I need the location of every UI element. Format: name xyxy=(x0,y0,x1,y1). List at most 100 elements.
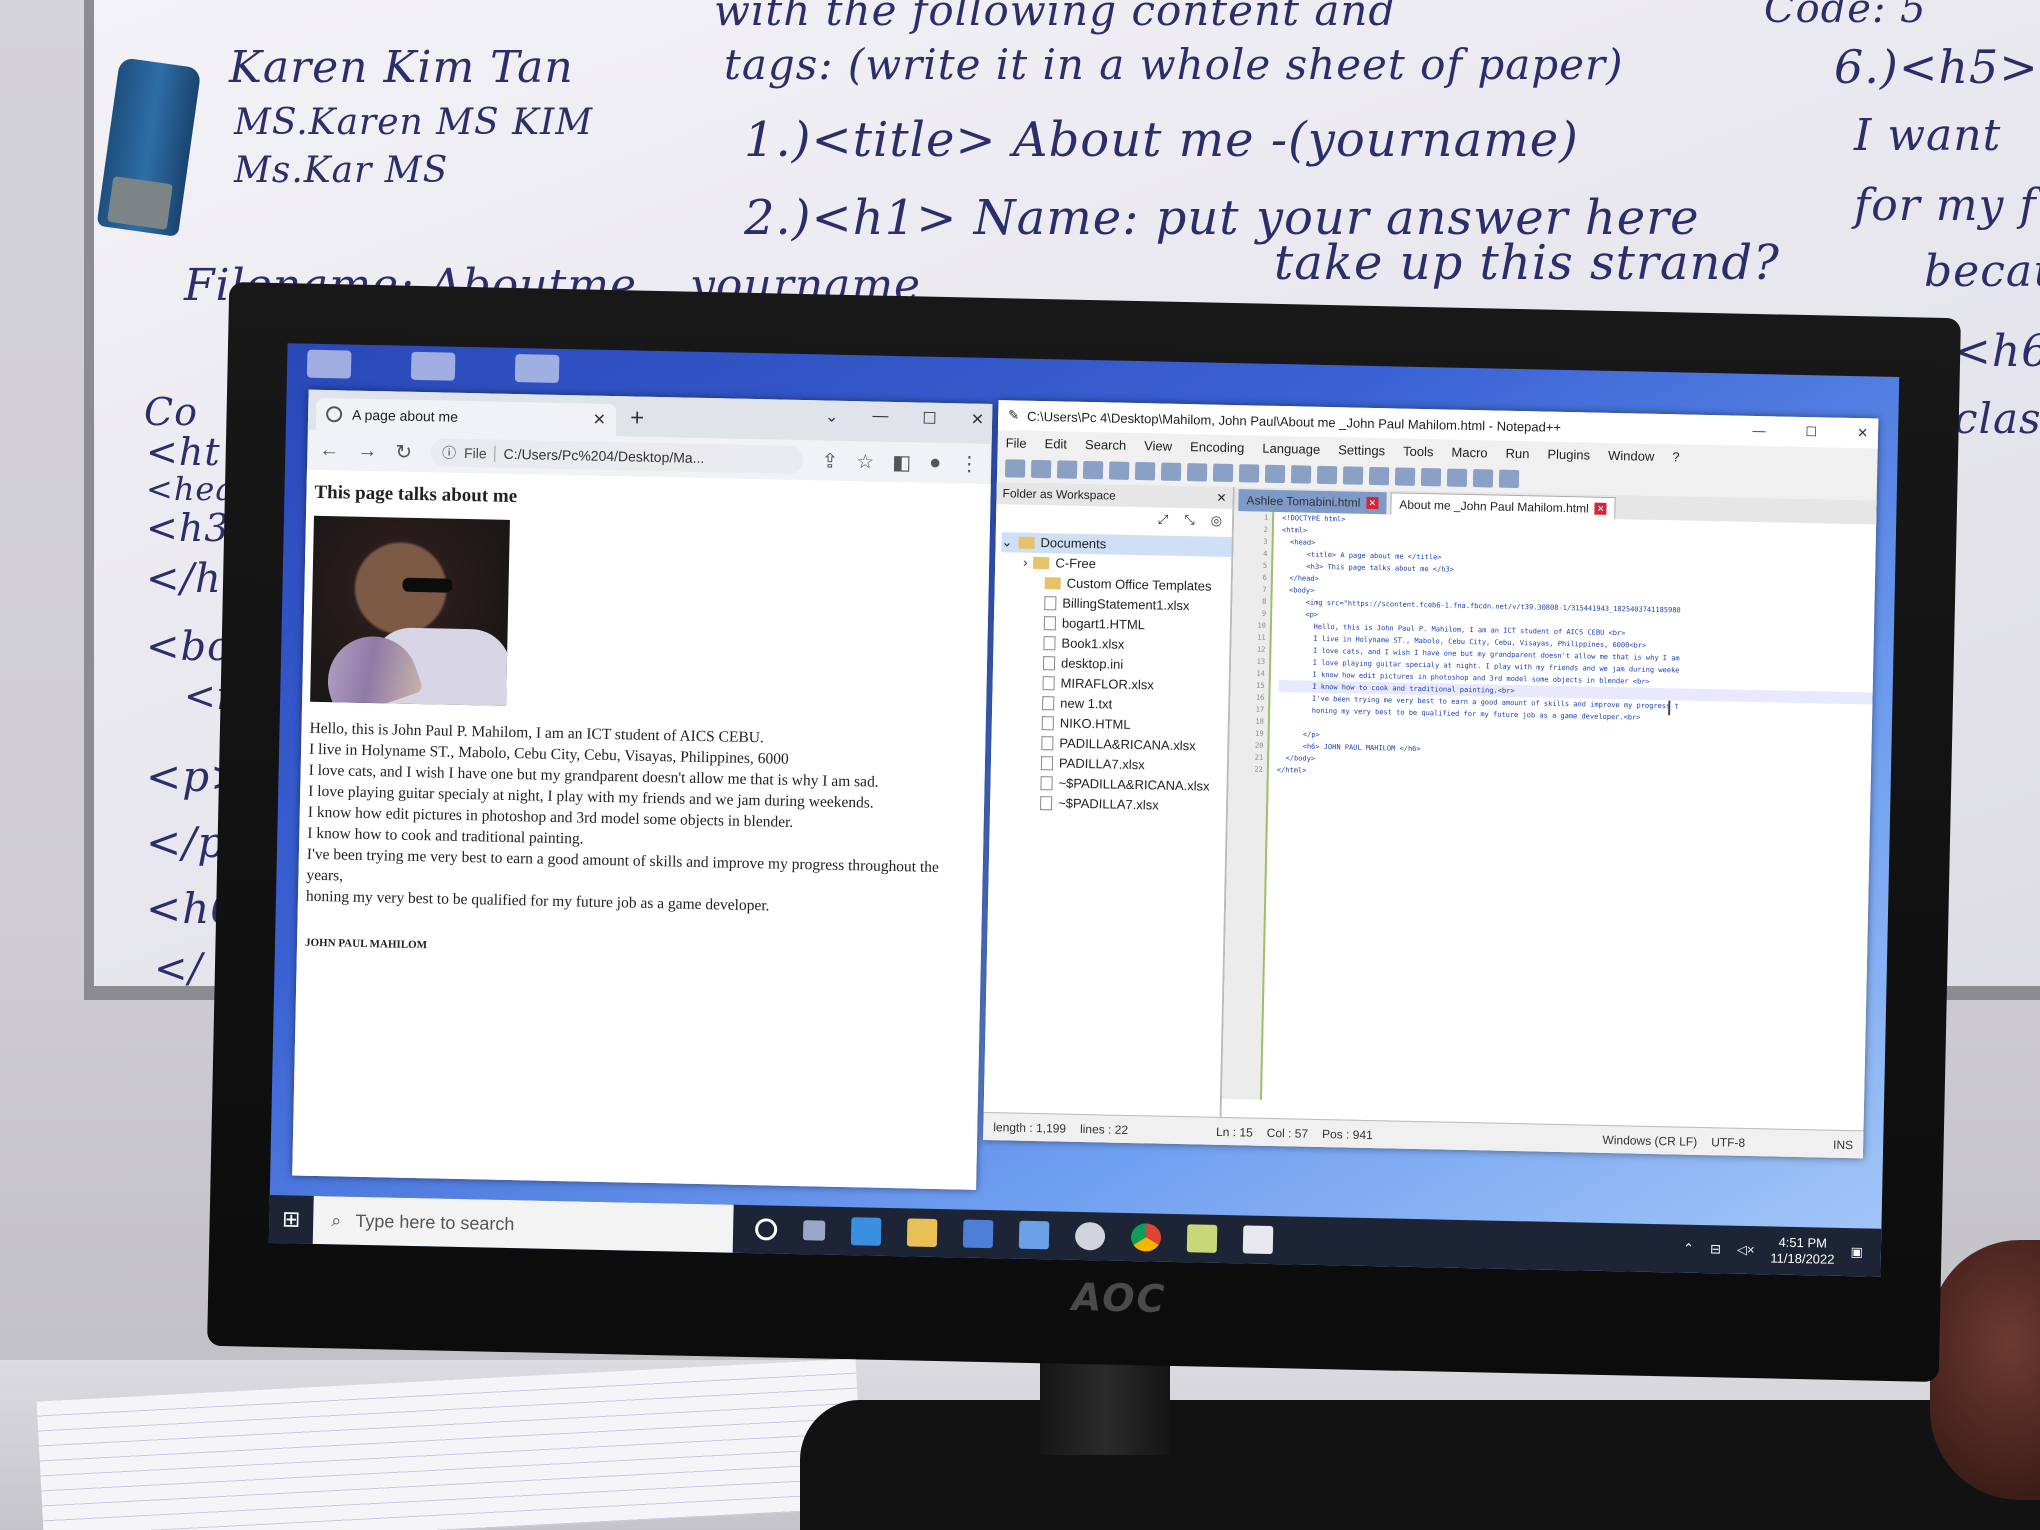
text-cursor-icon: I xyxy=(1666,696,1673,721)
maximize-button[interactable]: ☐ xyxy=(1805,424,1817,440)
file-explorer-icon[interactable] xyxy=(906,1218,938,1248)
forward-icon[interactable]: → xyxy=(357,439,377,462)
close-button[interactable]: ✕ xyxy=(971,410,985,430)
menu-kebab-icon[interactable]: ⋮ xyxy=(959,451,980,476)
status-encoding: UTF-8 xyxy=(1711,1134,1746,1150)
notepad-plus-plus-window: ✎ C:\Users\Pc 4\Desktop\Mahilom, John Pa… xyxy=(983,400,1879,1159)
menu-view[interactable]: View xyxy=(1144,438,1172,454)
notes-app-icon[interactable] xyxy=(1242,1225,1274,1255)
toolbar-button-icon[interactable] xyxy=(1082,460,1104,480)
edge-icon[interactable] xyxy=(850,1217,882,1246)
desktop-shortcut-icon[interactable] xyxy=(514,353,560,383)
menu-settings[interactable]: Settings xyxy=(1338,442,1385,458)
toolbar-button-icon[interactable] xyxy=(1186,463,1208,482)
speaker-muted-icon[interactable]: ◁× xyxy=(1737,1242,1755,1258)
menu-help[interactable]: ? xyxy=(1672,449,1680,464)
task-view-icon[interactable] xyxy=(802,1220,826,1241)
editor-tab[interactable]: Ashlee Tomabini.html ✕ xyxy=(1238,489,1387,515)
taskbar-search-box[interactable]: ⌕ Type here to search xyxy=(312,1195,734,1253)
address-bar[interactable]: ⓘ File C:/Users/Pc%204/Desktop/Ma... xyxy=(429,438,804,475)
store-icon[interactable] xyxy=(962,1219,994,1249)
settings-gear-icon[interactable] xyxy=(1074,1221,1106,1251)
folder-workspace-panel: Folder as Workspace ✕ ⤢ ⤡ ◎ ⌄ Documents … xyxy=(983,482,1235,1117)
back-icon[interactable]: ← xyxy=(319,438,339,461)
line-number: 19 xyxy=(1255,729,1264,738)
code-lines[interactable]: <!DOCTYPE html> <html> <head> <title> A p… xyxy=(1262,512,1876,1112)
toolbar-button-icon[interactable] xyxy=(1316,465,1338,485)
line-number: 15 xyxy=(1256,681,1265,690)
toolbar-button-icon[interactable] xyxy=(1030,459,1052,479)
notification-center-icon[interactable]: ▣ xyxy=(1850,1244,1863,1260)
code-area[interactable]: 1 2 3 4 5 6 7 8 9 10 11 12 13 14 15 16 17 18 19 20 21 22 <!DO… xyxy=(1221,511,1876,1112)
info-icon[interactable]: ⓘ xyxy=(442,442,456,462)
expand-all-icon[interactable]: ⤢ xyxy=(1158,511,1169,527)
maximize-button[interactable]: ☐ xyxy=(922,409,937,429)
menu-macro[interactable]: Macro xyxy=(1451,444,1487,460)
chevron-right-icon[interactable]: › xyxy=(1023,553,1028,573)
menu-file[interactable]: File xyxy=(1006,435,1027,450)
toolbar-button-icon[interactable] xyxy=(1160,462,1182,481)
toolbar-button-icon[interactable] xyxy=(1264,464,1286,484)
code-editor[interactable]: Ashlee Tomabini.html ✕ About me _John Pa… xyxy=(1221,487,1877,1131)
menu-plugins[interactable]: Plugins xyxy=(1547,446,1590,462)
cortana-icon[interactable] xyxy=(754,1218,778,1241)
menu-language[interactable]: Language xyxy=(1262,440,1320,456)
menu-edit[interactable]: Edit xyxy=(1044,436,1067,451)
menu-search[interactable]: Search xyxy=(1085,436,1127,452)
minimize-button[interactable]: — xyxy=(1752,423,1765,439)
desktop-shortcut-icon[interactable] xyxy=(410,351,456,381)
toolbar-button-icon[interactable] xyxy=(1290,465,1312,484)
toolbar-button-icon[interactable] xyxy=(1212,463,1234,483)
menu-run[interactable]: Run xyxy=(1505,445,1529,460)
bookmark-star-icon[interactable]: ☆ xyxy=(856,449,874,474)
toolbar-button-icon[interactable] xyxy=(1108,461,1130,480)
network-icon[interactable]: ⊟ xyxy=(1710,1241,1721,1257)
toolbar-button-icon[interactable] xyxy=(1394,467,1416,486)
toolbar-button-icon[interactable] xyxy=(1056,460,1078,479)
line-number: 22 xyxy=(1254,765,1263,774)
file-icon xyxy=(1042,656,1056,671)
clock[interactable]: 4:51 PM 11/18/2022 xyxy=(1770,1234,1835,1267)
mail-icon[interactable] xyxy=(1018,1220,1050,1250)
reload-icon[interactable]: ↻ xyxy=(395,439,412,464)
close-tab-icon[interactable]: ✕ xyxy=(1594,502,1607,515)
line-number: 1 xyxy=(1263,513,1269,522)
chevron-down-icon[interactable]: ⌄ xyxy=(1001,532,1012,552)
close-button[interactable]: ✕ xyxy=(1857,425,1868,441)
toolbar-button-icon[interactable] xyxy=(1004,459,1026,478)
menu-tools[interactable]: Tools xyxy=(1403,443,1434,459)
close-tab-icon[interactable]: ✕ xyxy=(592,410,606,430)
toolbar-button-icon[interactable] xyxy=(1498,469,1520,489)
toolbar-button-icon[interactable] xyxy=(1472,469,1494,488)
menu-window[interactable]: Window xyxy=(1608,447,1655,463)
chrome-icon[interactable] xyxy=(1130,1223,1162,1252)
profile-icon[interactable]: ● xyxy=(929,451,942,474)
toolbar-button-icon[interactable] xyxy=(1342,466,1364,485)
collapse-all-icon[interactable]: ⤡ xyxy=(1184,512,1195,528)
desktop-shortcut-icon[interactable] xyxy=(306,349,352,379)
tree-folder-label: C-Free xyxy=(1055,555,1097,572)
close-panel-icon[interactable]: ✕ xyxy=(1216,491,1226,505)
side-panel-icon[interactable]: ◧ xyxy=(892,449,911,474)
file-icon xyxy=(1043,636,1056,651)
locate-file-icon[interactable]: ◎ xyxy=(1211,513,1223,529)
windows-start-icon[interactable]: ⊞ xyxy=(269,1195,314,1244)
browser-tab[interactable]: A page about me ✕ xyxy=(315,397,617,437)
status-spacer xyxy=(1387,1135,1589,1139)
tab-search-icon[interactable]: ⌄ xyxy=(825,406,839,426)
toolbar-button-icon[interactable] xyxy=(1420,467,1442,487)
address-scheme-chip: File xyxy=(463,444,496,462)
taskbar-pinned-apps xyxy=(733,1215,1274,1255)
toolbar-button-icon[interactable] xyxy=(1238,464,1260,483)
share-icon[interactable]: ⇪ xyxy=(821,448,838,473)
new-tab-button[interactable]: + xyxy=(630,404,645,432)
chevron-up-icon[interactable]: ⌃ xyxy=(1683,1241,1694,1257)
minimize-button[interactable]: — xyxy=(872,407,888,427)
line-number: 13 xyxy=(1256,657,1266,666)
toolbar-button-icon[interactable] xyxy=(1446,468,1468,487)
toolbar-button-icon[interactable] xyxy=(1368,466,1390,486)
menu-encoding[interactable]: Encoding xyxy=(1190,439,1245,455)
close-tab-icon[interactable]: ✕ xyxy=(1366,496,1379,510)
notepad-plus-plus-icon[interactable] xyxy=(1186,1224,1218,1253)
toolbar-button-icon[interactable] xyxy=(1134,461,1156,481)
